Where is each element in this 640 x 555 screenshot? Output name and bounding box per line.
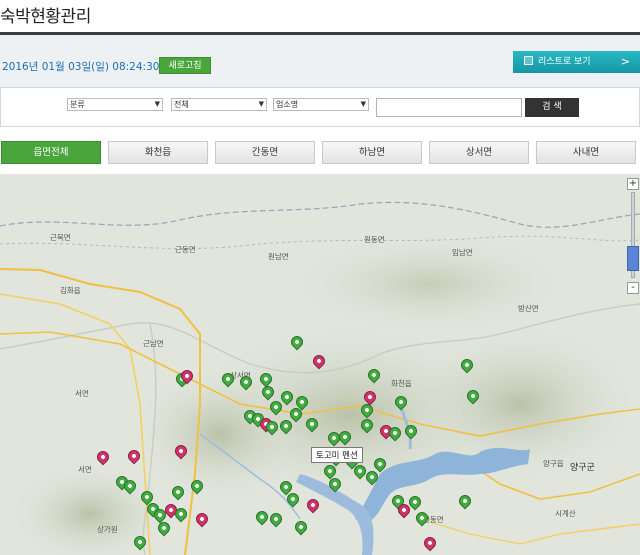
map-label: 시계산 — [555, 509, 576, 518]
map-label: 서면 — [78, 465, 92, 474]
map-label: 근남면 — [143, 339, 164, 348]
map-label: 방산면 — [518, 304, 539, 313]
zoom-out-button[interactable]: - — [627, 282, 639, 294]
map-label: 화천읍 — [391, 379, 412, 388]
current-datetime: 2016년 01월 03일(일) 08:24:30 — [2, 61, 160, 73]
tab-all[interactable]: 읍면전체 — [1, 141, 101, 164]
page-title: 숙박현황관리 — [0, 7, 91, 27]
tab-sanae[interactable]: 사내면 — [536, 141, 636, 164]
list-view-label: 리스트로 보기 — [538, 57, 591, 67]
dropdown-arrow-icon: ▼ — [360, 100, 366, 108]
region-select[interactable]: 전체 ▼ — [171, 98, 267, 111]
status-bar: 2016년 01월 03일(일) 08:24:30 새로고침 리스트로 보기 > — [0, 35, 640, 88]
marker-tooltip: 토고미 펜션 — [311, 447, 363, 463]
map-label: 원동면 — [364, 235, 385, 244]
category-select-value: 분류 — [70, 100, 85, 109]
map-label: 상가원 — [97, 525, 118, 534]
map-label: 서면 — [75, 389, 89, 398]
map-view[interactable]: 근북면 근동면 원동면 원남면 임남면 김화읍 방산면 근남면 상서면 화천읍 … — [0, 174, 640, 555]
category-select[interactable]: 분류 ▼ — [67, 98, 163, 111]
terrain-shade — [290, 234, 570, 334]
zoom-slider-handle[interactable] — [627, 246, 639, 271]
map-label: 양구읍 — [543, 459, 564, 468]
tab-hanam[interactable]: 하남면 — [322, 141, 422, 164]
list-icon — [524, 56, 533, 65]
tab-hwacheon-eup[interactable]: 화천읍 — [108, 141, 208, 164]
map-label: 양구군 — [570, 463, 595, 473]
map-label: 원남면 — [268, 252, 289, 261]
tab-gandong[interactable]: 간동면 — [215, 141, 315, 164]
search-input[interactable] — [376, 98, 522, 117]
business-type-select-value: 업소명 — [276, 100, 299, 109]
zoom-in-button[interactable]: + — [627, 178, 639, 190]
chevron-right-icon: > — [620, 55, 630, 68]
filter-panel: 분류 ▼ 전체 ▼ 업소명 ▼ 검 색 — [0, 87, 640, 127]
region-select-value: 전체 — [174, 100, 189, 109]
zoom-control: + - — [626, 176, 640, 296]
search-button[interactable]: 검 색 — [525, 98, 579, 117]
tab-sangseo[interactable]: 상서면 — [429, 141, 529, 164]
list-view-button[interactable]: 리스트로 보기 > — [513, 51, 640, 73]
map-label: 김화읍 — [60, 286, 81, 295]
refresh-button[interactable]: 새로고침 — [159, 57, 211, 74]
region-tabs: 읍면전체 화천읍 간동면 하남면 상서면 사내면 — [0, 141, 640, 165]
map-label: 임남면 — [452, 248, 473, 257]
dropdown-arrow-icon: ▼ — [258, 100, 264, 108]
dropdown-arrow-icon: ▼ — [154, 100, 160, 108]
business-type-select[interactable]: 업소명 ▼ — [273, 98, 369, 111]
map-label: 근북면 — [50, 233, 71, 242]
map-label: 근동면 — [175, 245, 196, 254]
